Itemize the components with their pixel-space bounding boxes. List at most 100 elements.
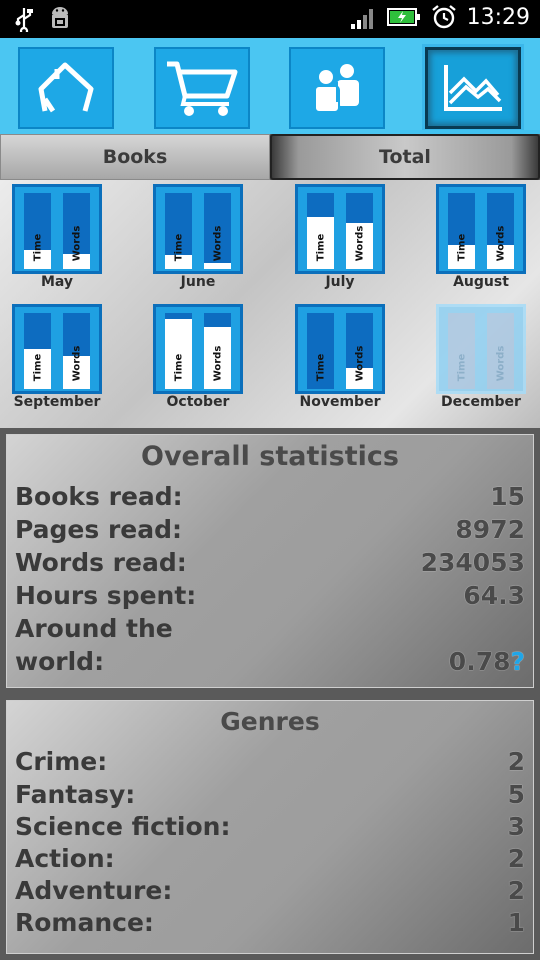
month-chart: Time Words — [12, 304, 102, 394]
words-bar-label: Words — [212, 345, 223, 382]
time-bar: Time — [448, 193, 475, 269]
time-bar: Time — [24, 193, 51, 269]
time-bar-label: Time — [456, 233, 467, 262]
stat-label: Books read: — [15, 482, 183, 511]
words-bar-label: Words — [71, 345, 82, 382]
words-bar-label: Words — [495, 225, 506, 262]
stat-label: Words read: — [15, 548, 187, 577]
words-bar-label: Words — [495, 345, 506, 382]
stat-label: Pages read: — [15, 515, 183, 544]
month-chart: Time Words — [295, 304, 385, 394]
month-chart: Time Words — [153, 304, 243, 394]
time-bar-label: Time — [32, 233, 43, 262]
stats-chart-icon — [444, 65, 502, 111]
android-debug-icon — [52, 7, 68, 28]
words-bar: Words — [204, 193, 231, 269]
stat-row-words-read: Words read: 234053 — [15, 548, 525, 582]
words-bar: Words — [346, 313, 373, 389]
stat-value: 0.78? — [449, 647, 525, 676]
month-tile-july[interactable]: Time Words July — [295, 184, 385, 296]
tab-books[interactable]: Books — [0, 134, 270, 180]
words-bar-label: Words — [71, 225, 82, 262]
time-bar: Time — [448, 313, 475, 389]
month-label: August — [453, 274, 509, 290]
month-label: June — [180, 274, 216, 290]
home-icon — [38, 62, 94, 113]
genre-row: Adventure: 2 — [15, 876, 525, 910]
month-chart: Time Words — [295, 184, 385, 274]
month-chart: Time Words — [153, 184, 243, 274]
stat-row-pages-read: Pages read: 8972 — [15, 515, 525, 549]
genre-row: Romance: 1 — [15, 908, 525, 942]
month-label: October — [166, 394, 230, 410]
genre-label: Fantasy: — [15, 780, 136, 809]
nav-cart-button[interactable] — [154, 47, 250, 129]
words-bar: Words — [346, 193, 373, 269]
genre-label: Crime: — [15, 747, 108, 776]
genre-row: Action: 2 — [15, 844, 525, 878]
status-left-icons — [14, 6, 72, 32]
stat-value: 234053 — [420, 548, 525, 577]
month-label: May — [40, 274, 74, 290]
alarm-icon — [431, 5, 456, 29]
genre-count: 2 — [507, 747, 525, 776]
time-bar-label: Time — [173, 233, 184, 262]
genres-title: Genres — [220, 707, 320, 736]
month-chart: Time Words — [436, 184, 526, 274]
tab-total[interactable]: Total — [270, 134, 540, 180]
month-tile-october[interactable]: Time Words October — [153, 304, 243, 416]
genre-label: Adventure: — [15, 876, 173, 905]
stat-row-hours-spent: Hours spent: 64.3 — [15, 581, 525, 615]
signal-icon — [350, 9, 373, 29]
stat-label: world: — [15, 647, 105, 676]
usb-icon — [15, 8, 33, 32]
people-icon — [314, 64, 359, 113]
nav-stats-button[interactable] — [425, 47, 521, 129]
genre-count: 2 — [507, 876, 525, 905]
stat-row-around-world: Around the — [15, 614, 525, 648]
stats-content: Books Total Time Words May Time Words June Tim… — [0, 134, 540, 960]
month-tile-november[interactable]: Time Words November — [295, 304, 385, 416]
time-bar: Time — [165, 193, 192, 269]
month-tile-september[interactable]: Time Words September — [12, 304, 102, 416]
overall-statistics-title: Overall statistics — [141, 441, 399, 472]
tab-books-label: Books — [102, 146, 168, 168]
month-tile-december[interactable]: Time Words December — [436, 304, 526, 416]
battery-charging-icon — [386, 8, 420, 26]
time-bar-label: Time — [173, 353, 184, 382]
time-bar-label: Time — [315, 353, 326, 382]
month-tile-may[interactable]: Time Words May — [12, 184, 102, 296]
status-bar: 13:29 — [0, 0, 540, 38]
stat-row-books-read: Books read: 15 — [15, 482, 525, 516]
time-bar: Time — [24, 313, 51, 389]
genre-label: Science fiction: — [15, 812, 231, 841]
words-bar: Words — [63, 193, 90, 269]
month-tile-june[interactable]: Time Words June — [153, 184, 243, 296]
time-bar: Time — [165, 313, 192, 389]
stat-label: Hours spent: — [15, 581, 197, 610]
genre-count: 3 — [507, 812, 525, 841]
genre-row: Science fiction: 3 — [15, 812, 525, 846]
words-bar-label: Words — [354, 225, 365, 262]
around-world-help-button[interactable]: ? — [510, 647, 525, 676]
month-label: July — [325, 274, 355, 290]
words-bar: Words — [487, 313, 514, 389]
genre-count: 5 — [507, 780, 525, 809]
month-label: November — [299, 394, 381, 410]
nav-home-button[interactable] — [18, 47, 114, 129]
month-label: December — [441, 394, 521, 410]
genre-count: 1 — [507, 908, 525, 937]
words-bar-label: Words — [354, 345, 365, 382]
cart-icon — [167, 61, 238, 116]
genre-label: Romance: — [15, 908, 154, 937]
month-label: September — [13, 394, 101, 410]
status-right-icons: 13:29 — [349, 4, 530, 30]
time-bar-label: Time — [456, 353, 467, 382]
nav-people-button[interactable] — [289, 47, 385, 129]
month-chart: Time Words — [12, 184, 102, 274]
months-panel: Time Words May Time Words June Time Words July Ti… — [0, 180, 540, 428]
words-bar-label: Words — [212, 225, 223, 262]
overall-statistics-panel: Overall statistics Books read: 15 Pages … — [6, 434, 534, 688]
month-tile-august[interactable]: Time Words August — [436, 184, 526, 296]
time-bar-label: Time — [32, 353, 43, 382]
